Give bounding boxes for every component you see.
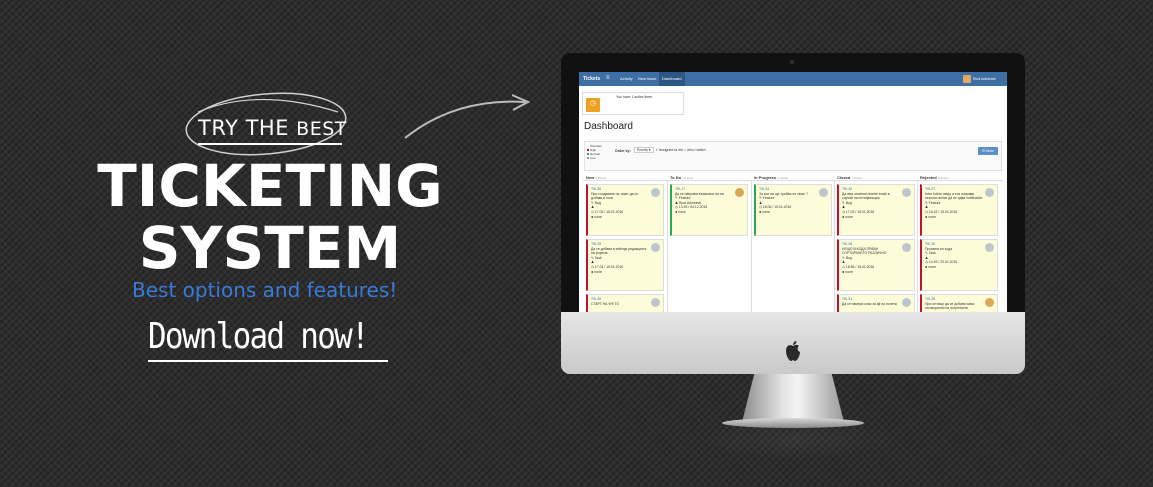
ticket-time: ⧗ none — [759, 209, 770, 214]
timer-text: You have 1 active timer — [616, 95, 653, 99]
subtitle: Best options and features! — [132, 278, 398, 302]
ticket-card[interactable]: TIK-26 Промени по кода ✎ Task ♟ ◷ 14.49 … — [920, 239, 998, 291]
tab-new-issue[interactable]: New issue — [635, 72, 659, 86]
ticket-time: ⧗ none — [925, 264, 936, 269]
more-button[interactable]: ☰ More — [978, 147, 998, 155]
ticket-time: ⧗ none — [591, 214, 602, 219]
active-timer-box: ◷ You have 1 active timer — [582, 92, 684, 115]
app-screen: Tickets ≡ Activity New issue Dashboard R… — [579, 72, 1007, 312]
ticket-title: Да се добави в settings редакцията на pr… — [591, 246, 647, 256]
avatar — [902, 243, 911, 252]
headline-line2: SYSTEM — [138, 214, 402, 282]
ticket-title: При създаване на тикет да се добавя в ло… — [591, 191, 638, 201]
apple-logo-icon — [786, 341, 800, 361]
ticket-title: Да се намери клас за ajf на полета — [842, 301, 897, 306]
filter-bar: Priorities High Normal Low Order by: Pri… — [584, 141, 1002, 171]
arrow-icon — [404, 94, 531, 139]
toggle-icon[interactable]: ○ — [684, 148, 686, 152]
promo-panel: TRY THE BEST TICKETING SYSTEM Best optio… — [0, 0, 540, 487]
column-divider — [667, 180, 668, 312]
ticket-card[interactable]: TIK-28 НЕЩО В КОДА ПРАВИ СОРТИРАНЕТО РАЗ… — [837, 239, 915, 291]
avatar — [651, 188, 660, 197]
ticket-time: ⧗ none — [675, 209, 686, 214]
ticket-card[interactable]: TIK-31 Да се намери клас за ajf на полет… — [837, 294, 915, 312]
avatar — [902, 188, 911, 197]
hamburger-icon[interactable]: ≡ — [606, 75, 610, 81]
headline-line1: TICKETING — [97, 152, 443, 220]
order-by-select[interactable]: Priority ▾ — [634, 147, 654, 153]
brand-link[interactable]: Tickets — [583, 76, 600, 82]
avatar — [985, 243, 994, 252]
column-divider — [583, 180, 1003, 181]
avatar — [819, 188, 828, 197]
user-menu[interactable]: Root Administr — [973, 77, 996, 81]
assign-toggles[interactable]: ◐ Assigned to me ○ who I watch — [656, 148, 706, 152]
assigned-to-me-label: Assigned to me — [658, 148, 684, 152]
camera-icon — [790, 60, 794, 64]
top-navbar: Tickets ≡ Activity New issue Dashboard R… — [579, 72, 1007, 86]
column-divider — [917, 180, 918, 312]
headline: TICKETING SYSTEM — [0, 155, 540, 279]
ticket-card[interactable]: TIK-34 За кое ли ще трябва ли close ? ✎ … — [754, 184, 832, 236]
ticket-time: ⧗ none — [842, 269, 853, 274]
best-label: BEST — [296, 118, 347, 140]
column-divider — [834, 180, 835, 312]
tab-dashboard[interactable]: Dashboard — [659, 72, 685, 86]
avatar — [985, 298, 994, 307]
timer-icon[interactable]: ◷ — [586, 98, 600, 112]
ticket-card[interactable]: TIK-26 При отговор да се добави само отг… — [920, 294, 998, 312]
order-by-label: Order by: — [615, 149, 631, 153]
download-link[interactable]: Download now! — [148, 316, 370, 357]
who-i-watch-label: who I watch — [687, 148, 706, 152]
ticket-card[interactable]: TIK-27 Като follow нещо и тоя направи не… — [920, 184, 998, 236]
priority-low: Low — [587, 156, 602, 160]
ticket-title: При отговор да се добави само отговорили… — [925, 301, 975, 311]
ticket-card[interactable]: TIK-36 При създаване на тикет да се доба… — [586, 184, 664, 236]
ticket-time: ⧗ none — [842, 214, 853, 219]
avatar — [651, 298, 660, 307]
monitor-stand — [742, 374, 844, 422]
ticket-title: Да има отметка rewrite email в случай на… — [842, 191, 890, 201]
monitor-foot — [722, 418, 864, 428]
ticket-card[interactable]: TIK-35 Да се добави в settings редакцият… — [586, 239, 664, 291]
ticket-title: Като follow нещо и тоя направи неколко a… — [925, 191, 983, 201]
try-underline — [198, 143, 342, 145]
ticket-title: НЕЩО В КОДА ПРАВИ СОРТИРАНЕТО РАЗЛИЧНО — [842, 246, 887, 256]
ticket-card[interactable]: TIK-30 Да има отметка rewrite email в сл… — [837, 184, 915, 236]
page-title: Dashboard — [584, 121, 633, 132]
avatar — [735, 188, 744, 197]
ticket-time: ⧗ none — [925, 214, 936, 219]
priority-legend: Priorities High Normal Low — [587, 144, 602, 160]
try-the-label: TRY THE — [198, 116, 289, 140]
avatar — [902, 298, 911, 307]
ticket-card[interactable]: TIK-17 Да се направи възможно на на ✎ Fe… — [670, 184, 748, 236]
avatar — [651, 243, 660, 252]
try-the-best-text: TRY THE BEST — [198, 116, 347, 140]
column-divider — [751, 180, 752, 312]
ticket-time: ⧗ none — [591, 269, 602, 274]
ticket-card[interactable]: TIK-30 СТАРТ НА ФФ ТО — [586, 294, 664, 312]
toggle-icon[interactable]: ◐ — [656, 148, 658, 152]
download-underline — [148, 360, 388, 362]
avatar — [985, 188, 994, 197]
avatar[interactable] — [963, 75, 971, 83]
tab-activity[interactable]: Activity — [617, 72, 636, 86]
